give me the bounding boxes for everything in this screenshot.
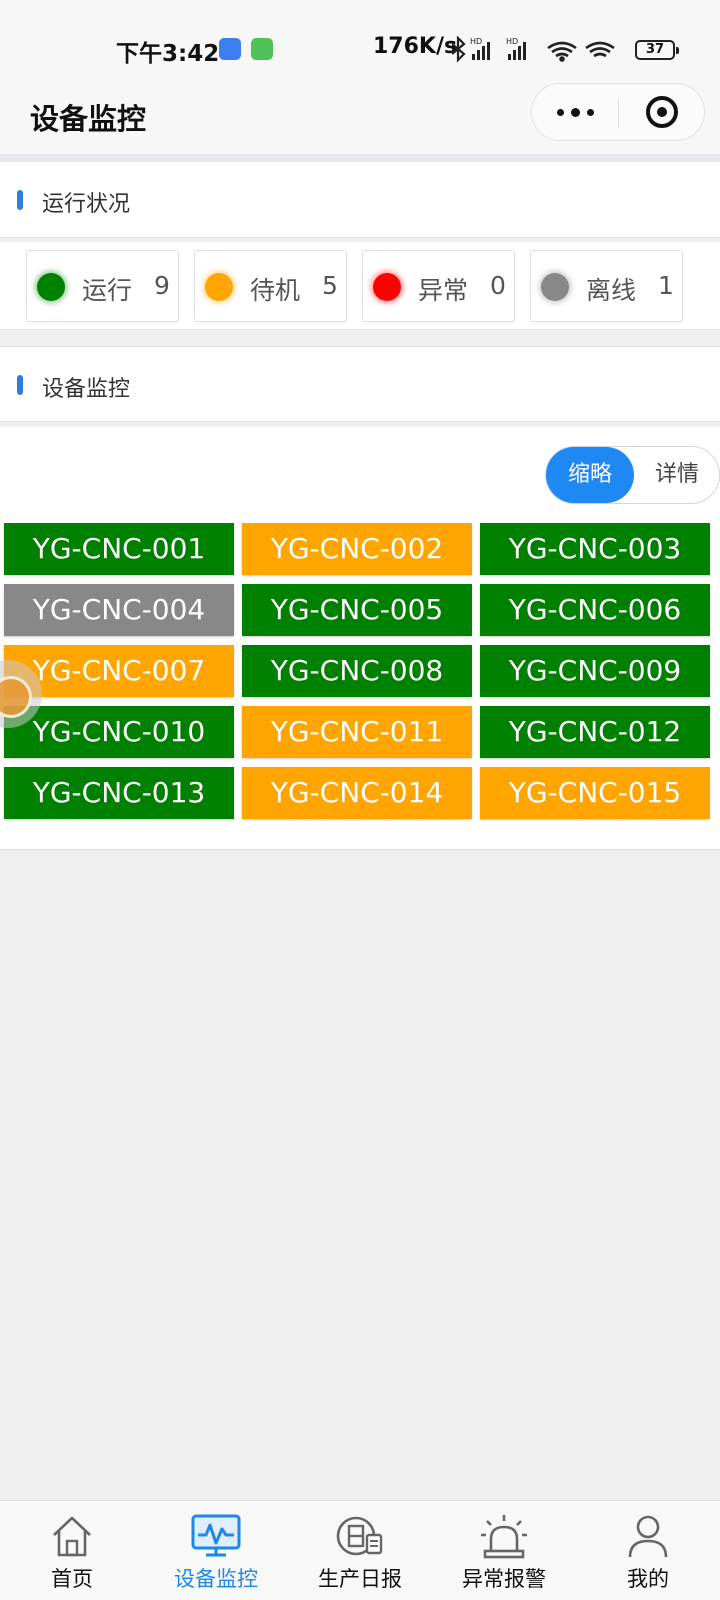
status-count: 1 — [658, 271, 674, 300]
tab-label: 设备监控 — [174, 1567, 258, 1591]
section-title: 运行状况 — [42, 192, 131, 217]
tab-daily-report[interactable]: 生产日报 — [288, 1501, 432, 1600]
running-status-header: 运行状况 — [0, 162, 720, 238]
bottom-tab-bar: 首页 设备监控 生产日报 异常报警 我的 — [0, 1500, 720, 1600]
device-tile[interactable]: YG-CNC-004 — [4, 584, 234, 636]
status-count: 5 — [322, 271, 338, 300]
svg-text:HD: HD — [470, 37, 482, 46]
section-accent-bar — [17, 375, 23, 395]
nav-divider — [0, 154, 720, 162]
device-tile[interactable]: YG-CNC-012 — [480, 706, 710, 758]
notification-app-icon — [219, 38, 241, 60]
status-label: 离线 — [586, 276, 637, 305]
tab-mine[interactable]: 我的 — [576, 1501, 720, 1600]
nav-bar: 设备监控 — [0, 80, 720, 154]
bluetooth-icon — [452, 36, 466, 63]
status-count: 0 — [490, 271, 506, 300]
page-title: 设备监控 — [30, 102, 147, 136]
status-card-standby[interactable]: 待机 5 — [194, 250, 347, 322]
status-card-abnormal[interactable]: 异常 0 — [362, 250, 515, 322]
status-label: 待机 — [250, 276, 301, 305]
user-icon — [628, 1515, 668, 1558]
wifi-icon — [547, 41, 577, 62]
tab-label: 我的 — [627, 1567, 669, 1591]
device-tile[interactable]: YG-CNC-013 — [4, 767, 234, 819]
status-time: 下午3:42 — [116, 41, 220, 67]
device-tile[interactable]: YG-CNC-008 — [242, 645, 472, 697]
status-card-running[interactable]: 运行 9 — [26, 250, 179, 322]
battery-level: 37 — [645, 42, 665, 57]
status-dot-icon — [37, 273, 65, 301]
signal-icon-1: HD — [470, 37, 490, 60]
tab-label: 异常报警 — [462, 1567, 546, 1591]
status-label: 异常 — [418, 276, 469, 305]
more-dot-icon — [571, 108, 580, 117]
alarm-icon — [481, 1515, 527, 1559]
section-accent-bar — [17, 190, 23, 210]
device-tile[interactable]: YG-CNC-006 — [480, 584, 710, 636]
device-tile[interactable]: YG-CNC-002 — [242, 523, 472, 575]
tab-label: 生产日报 — [318, 1567, 402, 1591]
status-label: 运行 — [82, 276, 133, 305]
device-monitor-header: 设备监控 — [0, 346, 720, 422]
capsule-divider — [618, 98, 619, 128]
status-count: 9 — [154, 271, 170, 300]
device-tile[interactable]: YG-CNC-011 — [242, 706, 472, 758]
close-miniprogram-button[interactable] — [646, 96, 678, 128]
device-monitor-panel: 缩略 详情 YG-CNC-001 YG-CNC-002 YG-CNC-003 Y… — [0, 427, 720, 850]
status-summary-row: 运行 9 待机 5 异常 0 离线 1 — [0, 242, 720, 330]
device-tile[interactable]: YG-CNC-009 — [480, 645, 710, 697]
tab-device-monitor[interactable]: 设备监控 — [144, 1501, 288, 1600]
status-dot-icon — [373, 273, 401, 301]
device-tile[interactable]: YG-CNC-010 — [4, 706, 234, 758]
monitor-icon — [191, 1514, 241, 1557]
device-tile[interactable]: YG-CNC-005 — [242, 584, 472, 636]
device-tile[interactable]: YG-CNC-003 — [480, 523, 710, 575]
tab-label: 首页 — [51, 1567, 93, 1591]
thumbnail-view-option[interactable]: 缩略 — [546, 447, 634, 503]
more-dot-icon — [587, 109, 594, 116]
network-speed: 176K/s — [373, 34, 458, 59]
miniprogram-capsule — [531, 83, 705, 141]
signal-icon-2: HD — [506, 37, 526, 60]
daily-report-icon — [336, 1516, 383, 1556]
device-tile[interactable]: YG-CNC-014 — [242, 767, 472, 819]
status-dot-icon — [205, 273, 233, 301]
status-card-offline[interactable]: 离线 1 — [530, 250, 683, 322]
device-tile[interactable]: YG-CNC-015 — [480, 767, 710, 819]
tab-home[interactable]: 首页 — [0, 1501, 144, 1600]
home-icon — [53, 1516, 91, 1557]
status-dot-icon — [541, 273, 569, 301]
view-mode-toggle: 缩略 详情 — [545, 446, 720, 504]
detail-view-option[interactable]: 详情 — [634, 447, 720, 503]
svg-text:HD: HD — [506, 37, 518, 46]
section-title: 设备监控 — [42, 377, 131, 402]
status-bar: 下午3:42 176K/s HD HD 37 — [0, 0, 720, 80]
more-menu-button[interactable] — [532, 84, 618, 140]
battery-indicator: 37 — [635, 40, 679, 60]
notification-android-icon — [251, 38, 273, 60]
device-tile[interactable]: YG-CNC-001 — [4, 523, 234, 575]
more-dot-icon — [557, 109, 564, 116]
tab-abnormal-alarm[interactable]: 异常报警 — [432, 1501, 576, 1600]
wifi-hotspot-icon — [585, 41, 615, 58]
